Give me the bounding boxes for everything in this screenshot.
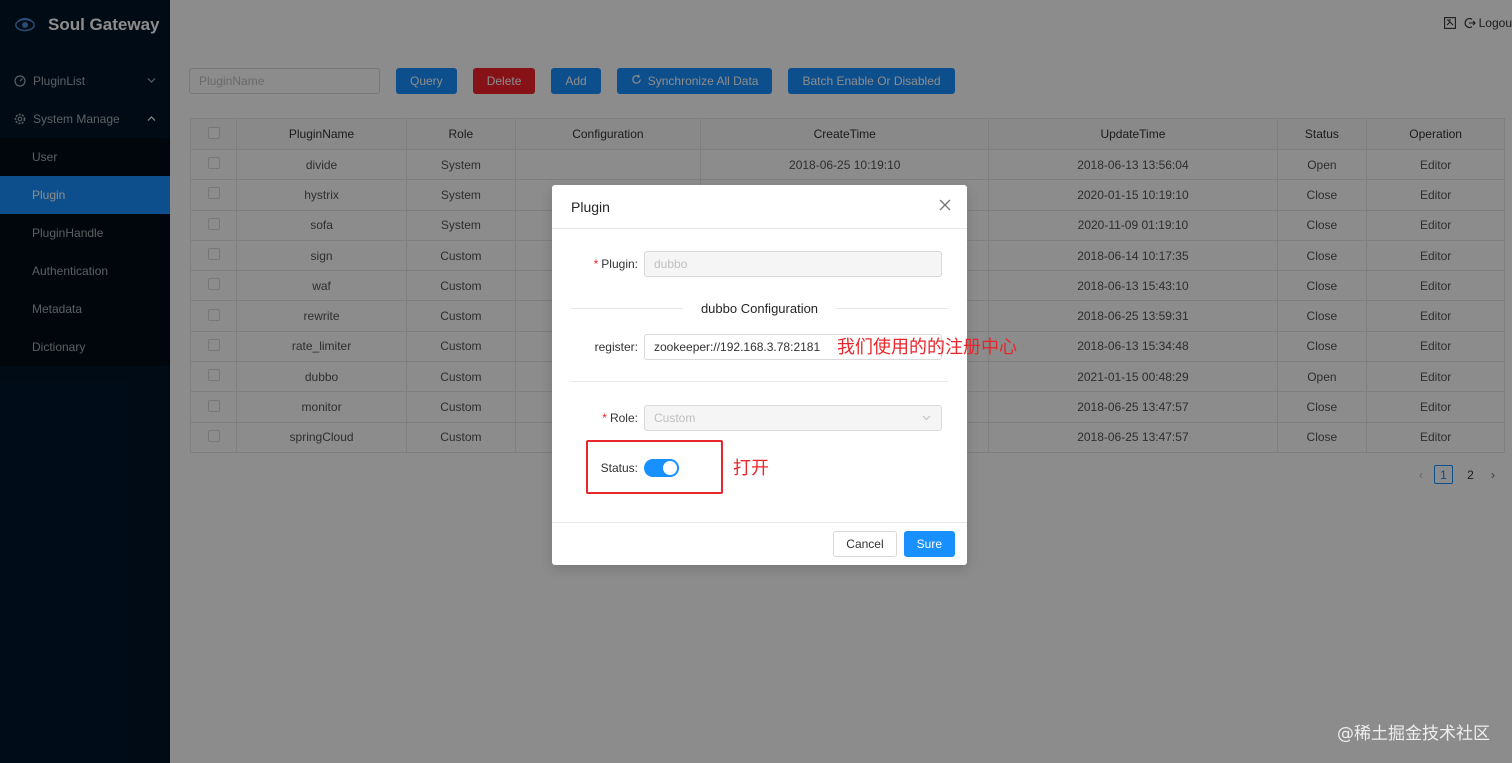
plugin-label: * Plugin: [593,257,638,271]
chevron-down-icon [922,413,931,423]
status-annotation: 打开 [733,458,769,479]
modal-footer: Cancel Sure [552,522,967,565]
role-select[interactable]: Custom [644,405,942,431]
status-annotation-box [586,440,723,494]
register-annotation: 我们使用的的注册中心 [837,337,1017,358]
modal-header: Plugin [552,185,967,229]
close-icon[interactable] [939,199,951,215]
plugin-name-field[interactable]: dubbo [644,251,942,277]
plugin-modal: Plugin * Plugin: dubbo dubbo Configuratio… [552,185,967,565]
plugin-form-row: * Plugin: dubbo [552,251,967,277]
sure-button[interactable]: Sure [903,531,955,557]
config-divider: dubbo Configuration [571,300,948,316]
section-divider [571,381,948,382]
modal-title: Plugin [571,198,610,215]
role-label: * Role: [602,411,638,425]
cancel-button[interactable]: Cancel [833,531,897,557]
config-section-title: dubbo Configuration [700,300,819,316]
role-form-row: * Role: Custom [552,405,967,431]
role-select-value: Custom [654,411,696,425]
watermark: @稀土掘金技术社区 [1337,724,1490,744]
register-label: register: [594,340,638,354]
